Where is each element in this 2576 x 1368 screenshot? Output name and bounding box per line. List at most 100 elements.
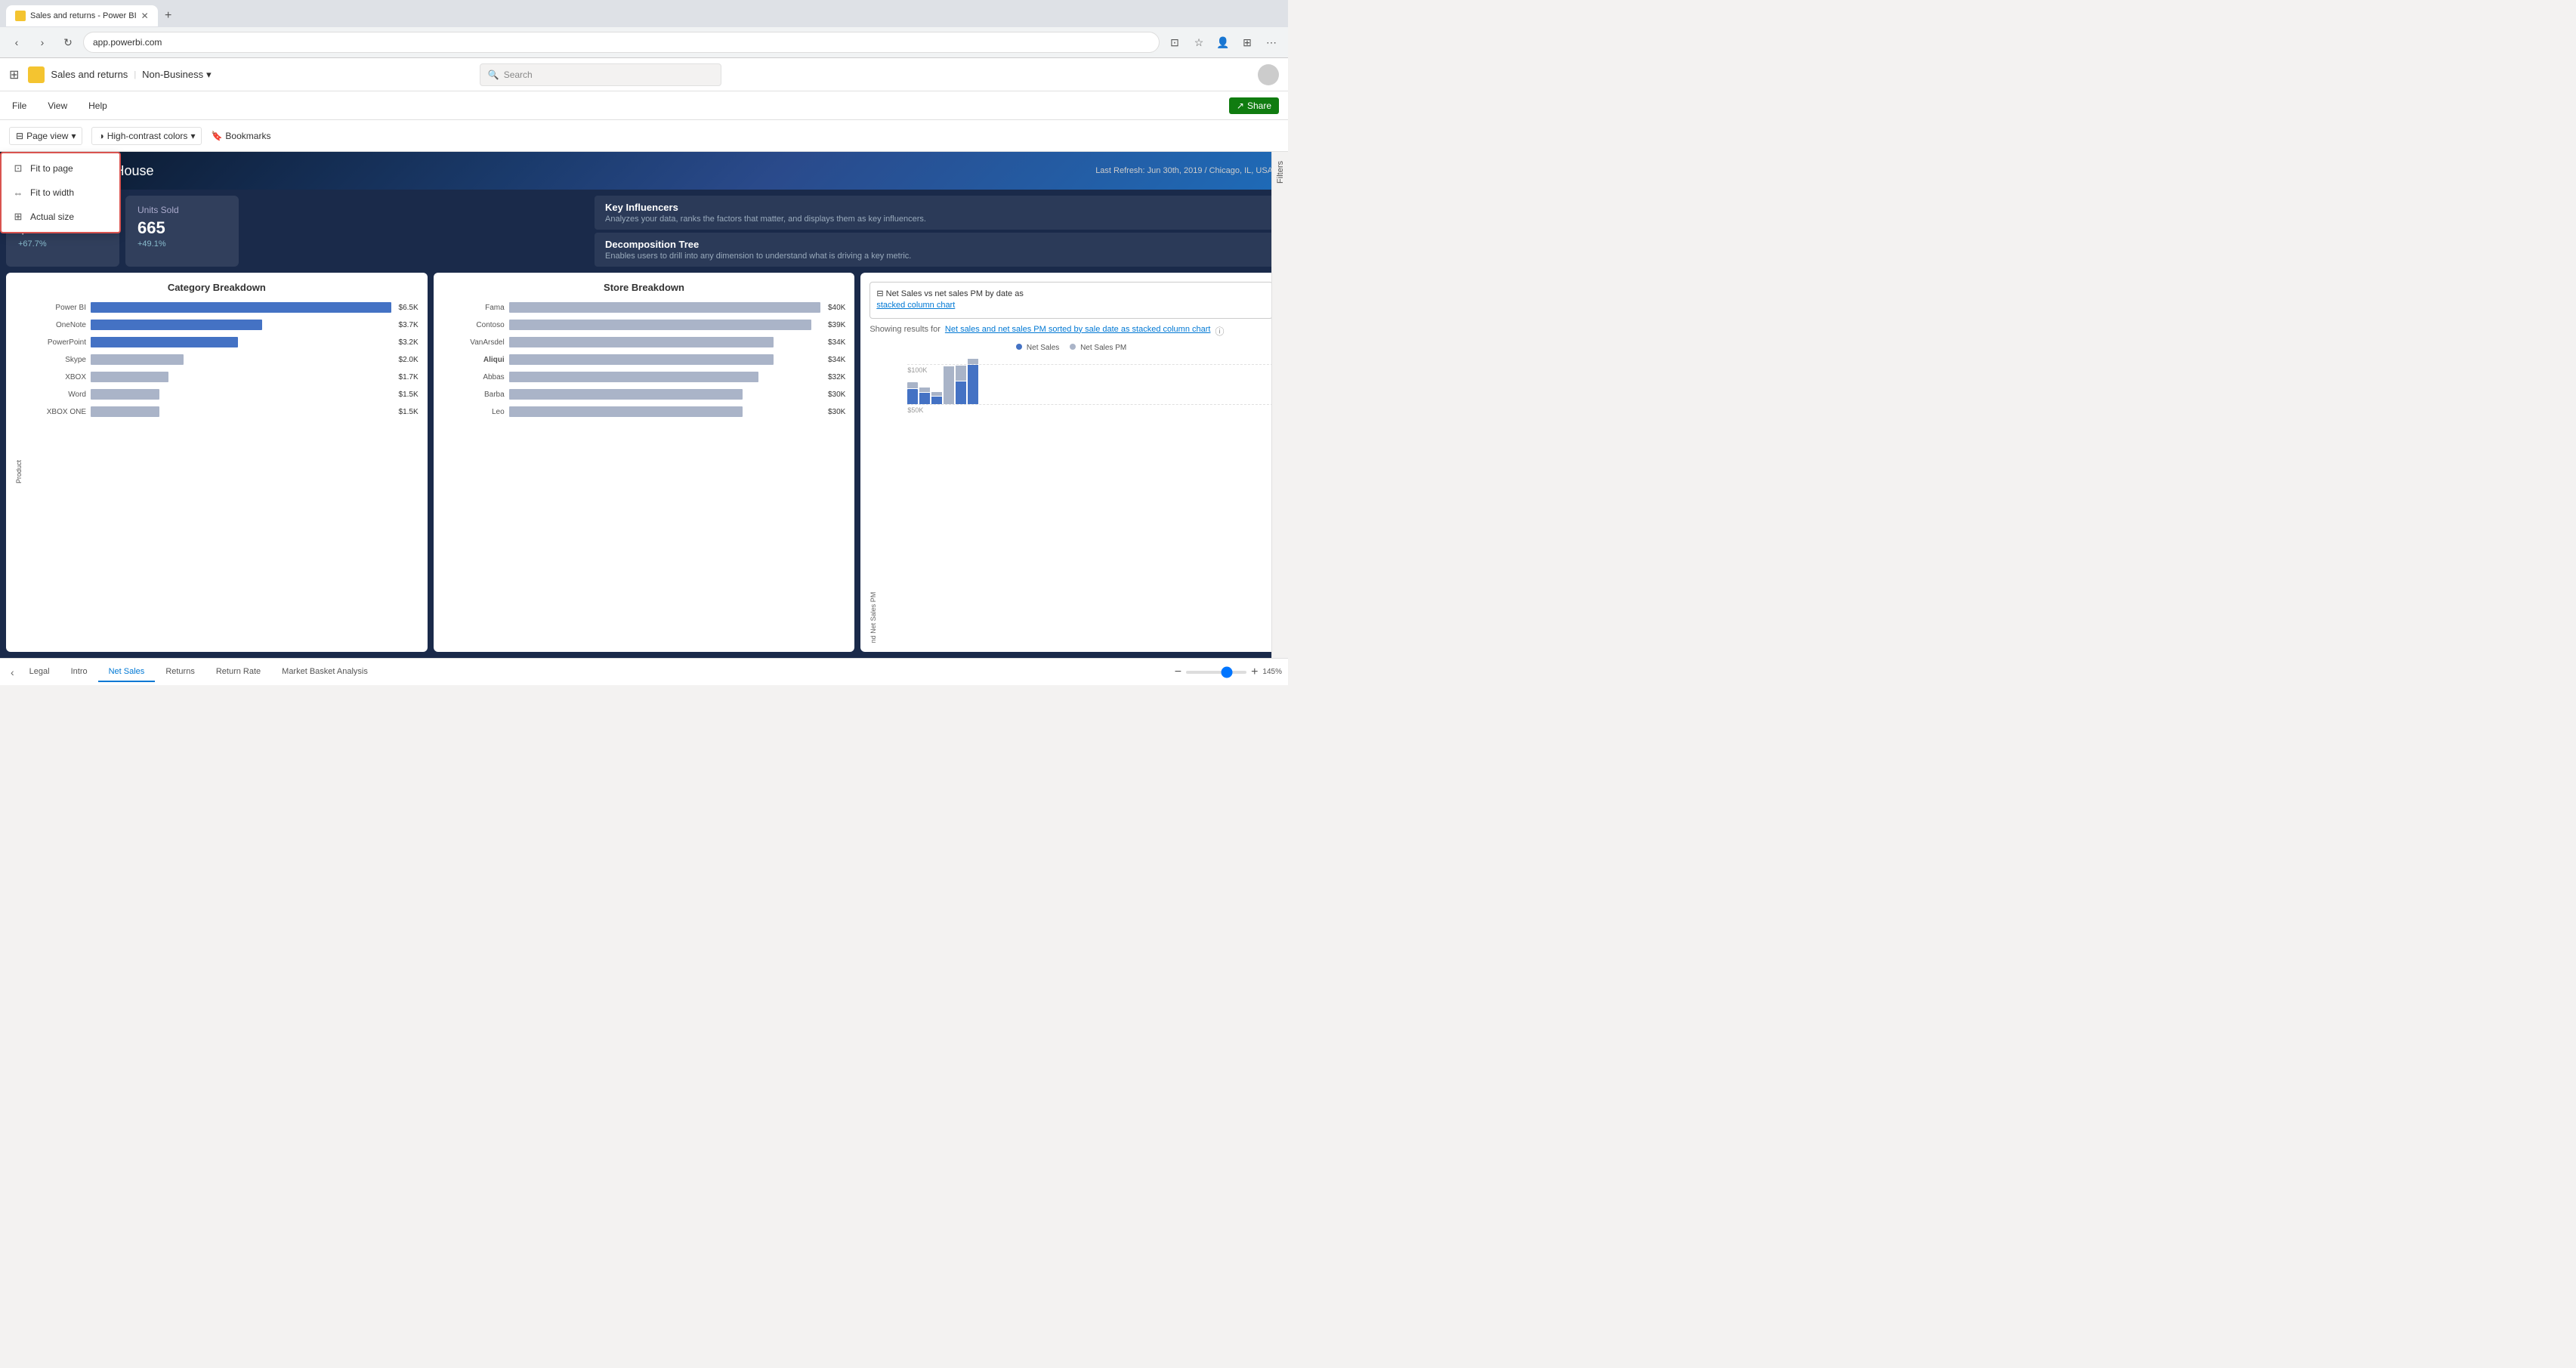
fit-to-width-option[interactable]: ⇔ Fit to width [2, 181, 119, 205]
filters-label: Filters [1276, 161, 1285, 184]
table-row: Contoso $39K [458, 318, 846, 332]
bar-label-onenote: OneNote [39, 321, 86, 329]
bar-fill-aliqui [509, 354, 774, 365]
menu-file[interactable]: File [9, 100, 29, 111]
actual-size-icon: ⊞ [12, 211, 24, 223]
kpi-info-key-influencers[interactable]: Key Influencers Analyzes your data, rank… [595, 196, 1282, 230]
actual-size-option[interactable]: ⊞ Actual size [2, 205, 119, 229]
fit-to-page-option[interactable]: ⊡ Fit to page [2, 156, 119, 181]
ai-query-box: ⊟ Net Sales vs net sales PM by date as s… [869, 282, 1273, 319]
share-label: Share [1247, 100, 1271, 111]
bar-label-xbox: XBOX [39, 373, 86, 381]
reload-button[interactable]: ↻ [57, 32, 79, 53]
zoom-level: 145% [1262, 668, 1282, 676]
bar-value-powerpoint: $3.2K [399, 338, 419, 347]
bar-label-fama: Fama [458, 304, 505, 312]
ai-query-link[interactable]: stacked column chart [876, 301, 955, 310]
browser-tab-bar: Sales and returns - Power BI ✕ + [0, 0, 1288, 27]
menu-view[interactable]: View [45, 100, 70, 111]
fit-to-page-label: Fit to page [30, 163, 73, 174]
bar-container-vanarsdel [509, 337, 820, 347]
ai-analysis-panel: ⊟ Net Sales vs net sales PM by date as s… [860, 273, 1282, 652]
share-icon: ↗ [1237, 100, 1244, 111]
new-tab-button[interactable]: + [158, 5, 179, 26]
kpi-units-sold-label: Units Sold [137, 205, 227, 215]
ai-bar-pm-3 [931, 392, 942, 396]
table-row: VanArsdel $34K [458, 335, 846, 349]
bar-container-xboxone [91, 406, 391, 417]
kpi-info-cards: Key Influencers Analyzes your data, rank… [595, 196, 1282, 267]
ai-bar-col-1 [907, 359, 918, 404]
ai-bar-ns-6 [968, 365, 978, 404]
user-avatar[interactable] [1258, 64, 1279, 85]
share-button[interactable]: ↗ Share [1229, 97, 1279, 114]
ai-showing: Showing results for Net sales and net sa… [869, 325, 1273, 338]
category-breakdown-chart: Category Breakdown Product Power BI $6.5… [6, 273, 428, 652]
profile-icon[interactable]: 👤 [1212, 32, 1234, 53]
bar-value-vanarsdel: $34K [828, 338, 845, 347]
extensions-icon[interactable]: ⊞ [1237, 32, 1258, 53]
bookmarks-button[interactable]: 🔖 Bookmarks [211, 131, 270, 141]
bar-container-xbox [91, 372, 391, 382]
powerbi-logo [28, 66, 45, 83]
page-view-label: Page view [26, 131, 68, 141]
browser-tab[interactable]: Sales and returns - Power BI ✕ [6, 5, 158, 26]
forward-button[interactable]: › [32, 32, 53, 53]
powerbi-app: ⊞ Sales and returns | Non-Business ▾ 🔍 S… [0, 58, 1288, 685]
table-row: Abbas $32K [458, 370, 846, 384]
workspace-selector[interactable]: Non-Business ▾ [142, 69, 211, 81]
tab-market-basket[interactable]: Market Basket Analysis [271, 662, 378, 682]
page-tab-bar: ‹ Legal Intro Net Sales Returns Return R… [0, 658, 1288, 685]
fit-to-page-icon: ⊡ [12, 162, 24, 174]
tab-return-rate[interactable]: Return Rate [205, 662, 271, 682]
bar-label-abbas: Abbas [458, 373, 505, 381]
table-row: Word $1.5K [39, 388, 419, 401]
ai-y-axis-label: nd Net Sales PM [869, 357, 877, 643]
filters-panel[interactable]: Filters [1271, 152, 1288, 658]
category-chart-title: Category Breakdown [15, 282, 419, 293]
ai-bar-ns-5 [956, 381, 966, 404]
bar-container-barba [509, 389, 820, 400]
page-view-button[interactable]: ⊟ Page view ▾ [9, 127, 82, 145]
bar-value-xbox: $1.7K [399, 373, 419, 381]
tab-intro[interactable]: Intro [60, 662, 98, 682]
category-y-axis-label: Product [15, 301, 23, 643]
zoom-minus-button[interactable]: − [1175, 665, 1181, 679]
tab-net-sales[interactable]: Net Sales [98, 662, 156, 682]
back-button[interactable]: ‹ [6, 32, 27, 53]
bar-label-powerpoint: PowerPoint [39, 338, 86, 347]
report-refresh: Last Refresh: Jun 30th, 2019 / Chicago, … [1095, 166, 1273, 175]
table-row: Barba $30K [458, 388, 846, 401]
high-contrast-button[interactable]: ◑ High-contrast colors ▾ [91, 127, 202, 145]
kpi-info-decomposition-tree[interactable]: Decomposition Tree Enables users to dril… [595, 233, 1282, 267]
search-icon: 🔍 [488, 69, 499, 80]
decomposition-tree-title: Decomposition Tree [605, 239, 1271, 250]
tab-returns[interactable]: Returns [155, 662, 205, 682]
bookmark-star-icon[interactable]: ☆ [1188, 32, 1209, 53]
bar-value-abbas: $32K [828, 373, 845, 381]
kpi-units-sold-change: +49.1% [137, 239, 227, 249]
tab-close-button[interactable]: ✕ [141, 11, 149, 21]
menu-help[interactable]: Help [85, 100, 110, 111]
key-influencers-title: Key Influencers [605, 202, 1271, 213]
settings-icon[interactable]: ⋯ [1261, 32, 1282, 53]
search-placeholder: Search [504, 69, 533, 80]
bar-label-vanarsdel: VanArsdel [458, 338, 505, 347]
kpi-row: Net Sales $34.0K +67.7% Units Sold 665 +… [0, 190, 1288, 273]
zoom-slider[interactable] [1186, 671, 1246, 674]
ai-showing-label: Showing results for [869, 325, 941, 338]
table-row: PowerPoint $3.2K [39, 335, 419, 349]
zoom-plus-button[interactable]: + [1251, 665, 1258, 679]
ai-showing-value[interactable]: Net sales and net sales PM sorted by sal… [945, 325, 1211, 338]
app-grid-icon[interactable]: ⊞ [9, 67, 19, 82]
fit-to-width-icon: ⇔ [12, 187, 24, 199]
cast-icon[interactable]: ⊡ [1164, 32, 1185, 53]
kpi-units-sold-value: 665 [137, 218, 227, 238]
tab-legal[interactable]: Legal [19, 662, 60, 682]
address-input[interactable] [83, 32, 1160, 53]
search-box[interactable]: 🔍 Search [480, 63, 721, 86]
category-bar-chart: Power BI $6.5K OneNote [24, 301, 419, 643]
tab-nav-left[interactable]: ‹ [6, 666, 19, 678]
bar-fill-leo [509, 406, 743, 417]
bar-value-skype: $2.0K [399, 356, 419, 364]
